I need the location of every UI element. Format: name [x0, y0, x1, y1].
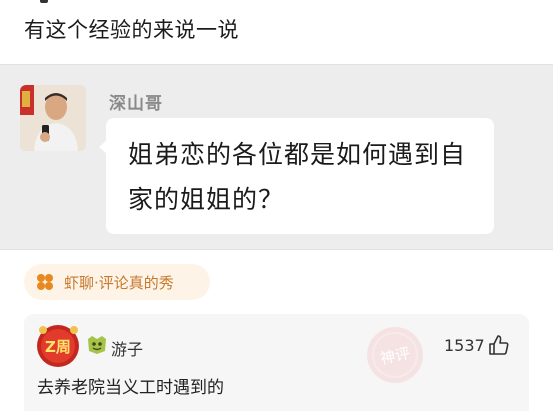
- quoted-chat-card[interactable]: 深山哥 姐弟恋的各位都是如何遇到自家的姐姐的？: [0, 64, 553, 250]
- top-edge-mark: [40, 0, 48, 3]
- user-level-badge-icon: [88, 336, 106, 354]
- topic-tag[interactable]: 虾聊·评论真的秀: [24, 264, 210, 300]
- commenter-avatar[interactable]: Z周: [36, 324, 80, 368]
- commenter-avatar-text: Z周: [45, 338, 71, 356]
- top-edge: [0, 0, 553, 4]
- god-comment-stamp: 神评: [367, 327, 423, 383]
- topic-tag-label: 虾聊·评论真的秀: [64, 274, 174, 292]
- sender-avatar-image: [20, 85, 86, 151]
- comment-text: 去养老院当义工时遇到的: [37, 378, 224, 398]
- clover-icon: [37, 274, 53, 290]
- message-text: 姐弟恋的各位都是如何遇到自家的姐姐的？: [128, 140, 467, 214]
- commenter-name[interactable]: 游子: [111, 336, 143, 360]
- message-bubble: 姐弟恋的各位都是如何遇到自家的姐姐的？: [99, 118, 494, 234]
- like-count: 1537: [444, 336, 485, 355]
- sender-name: 深山哥: [109, 94, 163, 114]
- sender-avatar[interactable]: [20, 85, 86, 151]
- post-title: 有这个经验的来说一说: [24, 18, 239, 42]
- thumbs-up-icon[interactable]: [488, 334, 510, 356]
- top-comment[interactable]: Z周 游子 神评 1537 去养老院当义工时遇到的: [24, 314, 529, 411]
- bubble-tail: [99, 140, 107, 154]
